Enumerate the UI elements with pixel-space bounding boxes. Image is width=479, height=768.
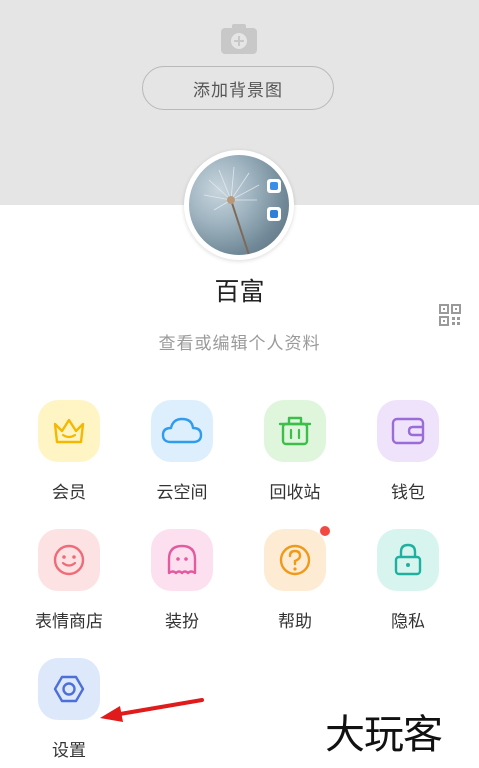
help-icon [279, 544, 311, 576]
edit-profile-link[interactable]: 查看或编辑个人资料 [0, 329, 479, 354]
watermark-text: 大玩客 [325, 712, 443, 758]
menu-item-label: 表情商店 [35, 612, 103, 632]
menu-item-sticker-store[interactable]: 表情商店 [14, 529, 124, 639]
smiley-icon [53, 544, 85, 576]
ghost-icon [167, 544, 197, 575]
annotation-arrow [100, 698, 204, 722]
menu-item-wallet[interactable]: 钱包 [353, 400, 463, 510]
add-background-label: 添加背景图 [193, 80, 283, 101]
menu-item-label: 帮助 [278, 612, 312, 632]
wallet-tile [377, 400, 439, 462]
menu-item-label: 隐私 [391, 612, 425, 632]
vip-tile [38, 400, 100, 462]
camera-plus-icon[interactable] [219, 22, 259, 56]
lock-icon [394, 543, 422, 576]
cloud-tile [151, 400, 213, 462]
menu-item-label: 云空间 [156, 483, 208, 503]
menu-item-privacy[interactable]: 隐私 [353, 529, 463, 639]
trash-icon [278, 416, 312, 446]
menu-item-help[interactable]: 帮助 [240, 526, 350, 639]
avatar[interactable] [184, 150, 294, 260]
settings-icon [53, 675, 85, 703]
qr-code-icon[interactable] [439, 304, 461, 326]
menu-item-cloud[interactable]: 云空间 [127, 400, 237, 510]
cloud-icon [161, 417, 203, 444]
wallet-icon [391, 417, 425, 445]
add-background-button[interactable]: 添加背景图 [142, 66, 334, 110]
menu-item-label: 回收站 [269, 483, 321, 503]
avatar-image [189, 155, 289, 255]
notification-badge [320, 526, 330, 536]
settings-tile [38, 658, 100, 720]
profile-name: 百富 [214, 277, 265, 306]
help-tile [264, 529, 326, 591]
recycle-tile [264, 400, 326, 462]
menu-item-label: 会员 [52, 483, 86, 503]
crown-icon [53, 418, 85, 444]
menu-item-recycle-bin[interactable]: 回收站 [240, 400, 350, 510]
menu-item-vip[interactable]: 会员 [14, 400, 124, 510]
menu-item-label: 钱包 [391, 483, 425, 503]
menu-item-label: 设置 [52, 741, 86, 761]
dandelion-photo [203, 166, 281, 255]
sticker-tile [38, 529, 100, 591]
privacy-tile [377, 529, 439, 591]
menu-item-dress-up[interactable]: 装扮 [127, 529, 237, 639]
dress-up-tile [151, 529, 213, 591]
menu-item-label: 装扮 [165, 612, 199, 632]
